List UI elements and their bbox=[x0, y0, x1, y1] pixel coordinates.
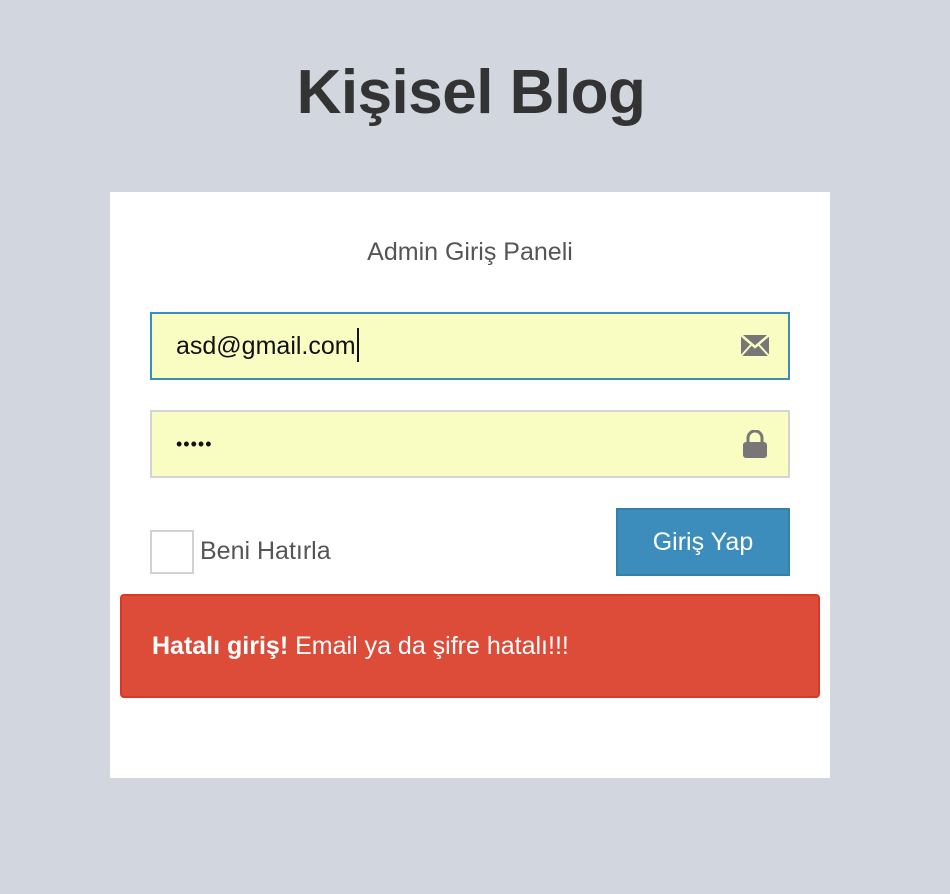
email-input-value[interactable]: asd@gmail.com bbox=[176, 314, 359, 378]
lock-icon bbox=[740, 429, 770, 458]
text-cursor bbox=[356, 328, 359, 363]
error-alert-message: Email ya da şifre hatalı!!! bbox=[295, 632, 569, 660]
site-title[interactable]: Kişisel Blog bbox=[0, 52, 942, 134]
remember-me-checkbox[interactable] bbox=[150, 530, 194, 574]
login-button[interactable]: Giriş Yap bbox=[616, 508, 790, 576]
login-box: Admin Giriş Paneli asd@gmail.com ••••• B… bbox=[110, 192, 830, 778]
error-alert-text: Hatalı giriş! Email ya da şifre hatalı!!… bbox=[152, 596, 569, 696]
error-alert-title: Hatalı giriş! bbox=[152, 632, 289, 660]
remember-me-label[interactable]: Beni Hatırla bbox=[200, 528, 331, 574]
password-field[interactable]: ••••• bbox=[150, 410, 790, 478]
error-alert: Hatalı giriş! Email ya da şifre hatalı!!… bbox=[120, 594, 820, 698]
login-box-message: Admin Giriş Paneli bbox=[367, 238, 573, 266]
email-field[interactable]: asd@gmail.com bbox=[150, 312, 790, 380]
password-input-value[interactable]: ••••• bbox=[176, 412, 213, 476]
envelope-icon bbox=[740, 332, 770, 360]
